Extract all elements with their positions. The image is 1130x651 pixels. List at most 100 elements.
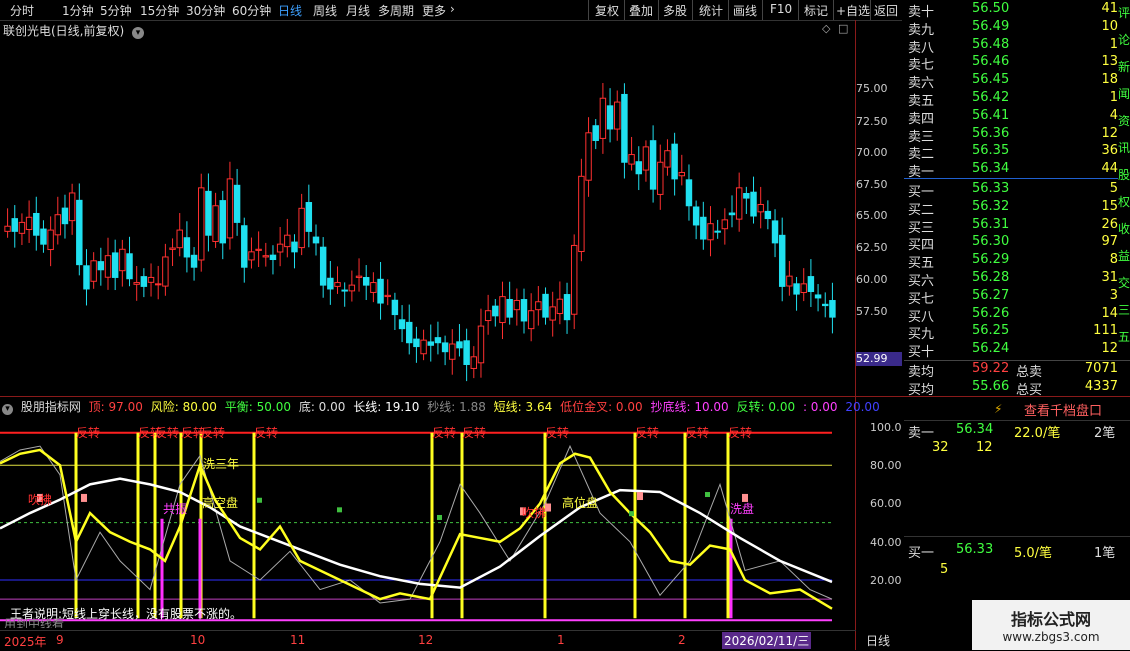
side-tab[interactable]: 益 (1118, 243, 1130, 270)
reversal-label: 反转 (432, 425, 456, 440)
side-tab[interactable]: 五 (1118, 324, 1130, 351)
tab-weekly[interactable]: 周线 (313, 2, 337, 19)
book-divider (904, 178, 1118, 179)
sell-level-row[interactable]: 卖三 56.36 12 (904, 126, 1130, 145)
side-tab[interactable]: 资 (1118, 108, 1130, 135)
f10-button[interactable]: F10 (770, 2, 792, 16)
indicator-chart[interactable]: 反转 反转反转 反转反转 反转 反转 反转 反转 反转 反转 反转吹拂洗三年高空盘共振 高位盘吹拂洗… (0, 396, 856, 628)
tab-1min[interactable]: 1分钟 (62, 2, 94, 19)
candle-body (671, 143, 678, 180)
overlay-button[interactable]: 叠加 (629, 2, 653, 19)
candle-body (111, 252, 119, 278)
price-tick: 75.00 (856, 82, 888, 95)
reversal-label: 反转 (685, 425, 709, 440)
side-tab[interactable]: 交 (1118, 270, 1130, 297)
sell-level-row[interactable]: 卖一 56.34 44 (904, 161, 1130, 180)
add-favorite-button[interactable]: +自选 (836, 2, 870, 19)
candle-body (83, 265, 90, 290)
chevron-right-icon[interactable]: › (450, 2, 455, 16)
side-tab[interactable]: 评 (1118, 0, 1130, 27)
tab-more[interactable]: 更多 (422, 2, 446, 19)
buy-level-row[interactable]: 买十 56.24 12 (904, 341, 1130, 360)
candle-body (190, 254, 198, 268)
buy-level-row[interactable]: 买八 56.26 14 (904, 306, 1130, 325)
window-icon[interactable]: □ (838, 22, 848, 35)
back-button[interactable]: 返回 (874, 2, 898, 19)
tab-30min[interactable]: 30分钟 (186, 2, 225, 19)
candle-body (398, 319, 406, 330)
buy-level-row[interactable]: 买九 56.25 111 (904, 323, 1130, 343)
sell-level-row[interactable]: 卖十 56.50 41 (904, 1, 1130, 20)
sell-level-row[interactable]: 卖八 56.48 1 (904, 36, 1130, 56)
tab-daily[interactable]: 日线 (278, 2, 302, 19)
candle-body (11, 218, 18, 232)
buy-level-row[interactable]: 买一 56.33 5 (904, 181, 1130, 200)
candle-body (219, 200, 226, 244)
sell-level-row[interactable]: 卖九 56.49 10 (904, 18, 1130, 38)
side-tab[interactable]: 三 (1118, 297, 1130, 324)
candle-body (33, 212, 40, 236)
buy-level-row[interactable]: 买二 56.32 15 (904, 199, 1130, 218)
candle-body (291, 241, 298, 253)
ob-volume: 26 (1101, 216, 1118, 232)
b1-detail: 5 (940, 562, 949, 577)
candle-body (506, 298, 513, 318)
ob-volume: 12 (1101, 341, 1118, 357)
tab-60min[interactable]: 60分钟 (232, 2, 271, 19)
ob-price: 56.42 (972, 90, 1010, 105)
candlestick-chart[interactable] (0, 36, 856, 392)
side-tab[interactable]: 闻 (1118, 81, 1130, 108)
sell-level-row[interactable]: 卖五 56.42 1 (904, 90, 1130, 109)
date-tick: 10 (190, 633, 206, 647)
reversal-label: 反转 (201, 425, 225, 440)
side-tab[interactable]: 收 (1118, 216, 1130, 243)
ob-price: 56.48 (972, 36, 1010, 52)
sell-level-row[interactable]: 卖四 56.41 4 (904, 108, 1130, 127)
candle-body (764, 210, 772, 220)
tab-fenshi[interactable]: 分时 (10, 2, 34, 19)
tab-monthly[interactable]: 月线 (346, 2, 370, 19)
gaowupan-label: 高位盘 (562, 495, 598, 510)
side-tab[interactable]: 权 (1118, 189, 1130, 216)
buy-level-row[interactable]: 买三 56.31 26 (904, 216, 1130, 236)
ob-label: 买九 (908, 327, 935, 343)
ob-volume: 10 (1101, 18, 1118, 34)
draw-line-button[interactable]: 画线 (733, 2, 757, 19)
mark-button[interactable]: 标记 (804, 2, 828, 19)
candle-body (771, 220, 779, 244)
side-tabs[interactable]: 评论新闻资讯股权收益交三五 (1118, 0, 1130, 360)
candle-body (226, 178, 234, 239)
ob-price: 56.29 (972, 252, 1010, 268)
sell-level-row[interactable]: 卖二 56.35 36 (904, 143, 1130, 162)
side-tab[interactable]: 讯 (1118, 135, 1130, 162)
buy-level-row[interactable]: 买四 56.30 97 (904, 234, 1130, 253)
candle-body (198, 187, 205, 261)
buy-level-row[interactable]: 买六 56.28 31 (904, 270, 1130, 289)
side-tab[interactable]: 新 (1118, 54, 1130, 81)
ob-volume: 41 (1101, 1, 1118, 16)
sell-level-row[interactable]: 卖七 56.46 13 (904, 54, 1130, 73)
sell-level-row[interactable]: 卖六 56.45 18 (904, 72, 1130, 91)
diamond-icon[interactable]: ◇ (822, 22, 830, 35)
buy-level-row[interactable]: 买五 56.29 8 (904, 252, 1130, 271)
fuquan-button[interactable]: 复权 (595, 2, 619, 19)
candle-body (822, 303, 829, 307)
multi-stock-button[interactable]: 多股 (663, 2, 687, 19)
signal-dot (629, 511, 634, 517)
side-tab[interactable]: 股 (1118, 162, 1130, 189)
candle-body (721, 219, 729, 230)
top-toolbar: 分时 1分钟 5分钟 15分钟 30分钟 60分钟 日线 周线 月线 多周期 更… (0, 0, 902, 21)
date-cursor-label: 2026/02/11/三 (722, 632, 812, 649)
tab-15min[interactable]: 15分钟 (140, 2, 179, 19)
period-label[interactable]: 日线 (866, 632, 890, 649)
view-thousand-button[interactable]: 查看千档盘口 (1024, 400, 1102, 419)
tab-5min[interactable]: 5分钟 (100, 2, 132, 19)
kouzhu-label-2: 吹拂 (522, 506, 546, 520)
side-tab[interactable]: 论 (1118, 27, 1130, 54)
reversal-label: 反转 (635, 425, 659, 440)
buy-level-row[interactable]: 买七 56.27 3 (904, 288, 1130, 307)
candle-body (54, 214, 62, 236)
tab-multi-period[interactable]: 多周期 (378, 2, 414, 19)
stats-button[interactable]: 统计 (699, 2, 723, 19)
ob-price: 56.28 (972, 270, 1010, 285)
